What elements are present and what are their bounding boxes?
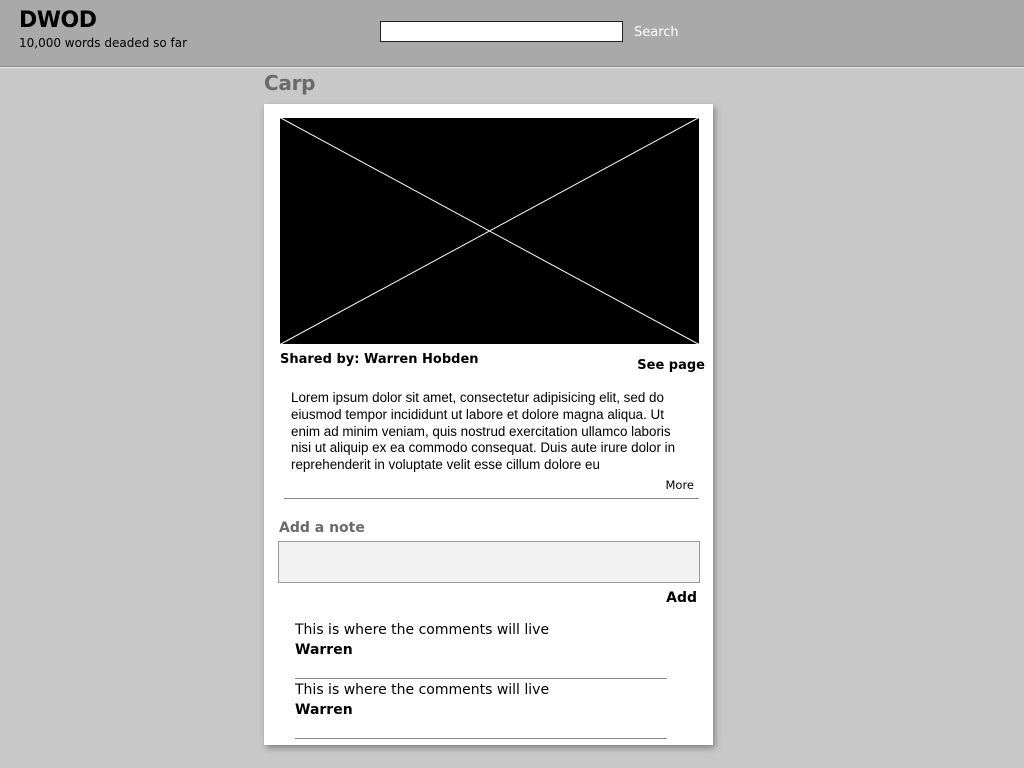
comment-list: This is where the comments will live War… xyxy=(295,620,667,740)
comment-author: Warren xyxy=(295,642,353,658)
search-input[interactable] xyxy=(380,21,623,42)
more-link[interactable]: More xyxy=(665,478,694,492)
site-tagline: 10,000 words deaded so far xyxy=(19,36,188,50)
note-input[interactable] xyxy=(278,541,700,583)
comment-author: Warren xyxy=(295,702,353,718)
search-button[interactable]: Search xyxy=(634,25,679,40)
site-logo[interactable]: DWOD xyxy=(19,8,97,33)
comment-text: This is where the comments will live xyxy=(295,622,550,638)
page-title: Carp xyxy=(264,71,316,95)
shared-by-label: Shared by: Warren Hobden xyxy=(280,352,479,367)
comment-text: This is where the comments will live xyxy=(295,682,550,698)
comment-item: This is where the comments will live War… xyxy=(295,620,667,679)
comment-item: This is where the comments will live War… xyxy=(295,680,667,739)
add-note-button[interactable]: Add xyxy=(666,590,697,606)
image-placeholder-icon xyxy=(279,117,700,345)
top-bar: DWOD 10,000 words deaded so far Search xyxy=(0,0,1024,67)
image-placeholder-cross xyxy=(279,117,700,345)
description-text: Lorem ipsum dolor sit amet, consectetur … xyxy=(291,390,676,473)
content-card: Shared by: Warren Hobden See page Lorem … xyxy=(264,104,713,745)
see-page-link[interactable]: See page xyxy=(637,358,705,373)
add-note-heading: Add a note xyxy=(279,520,365,536)
divider xyxy=(284,498,699,499)
